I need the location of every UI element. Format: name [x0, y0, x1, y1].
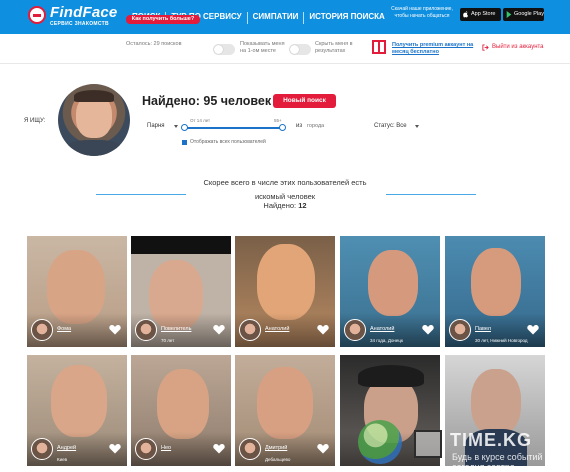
findface-logo[interactable]: FindFace СЕРВИС ЗНАКОМСТВ	[28, 4, 128, 30]
apple-icon	[463, 11, 469, 18]
show-all-label: Отображать всех пользователей	[190, 139, 266, 145]
result-face	[257, 244, 315, 320]
heart-icon[interactable]	[317, 324, 329, 335]
user-info: Дебальцево	[265, 456, 291, 462]
notice-divider-left	[96, 194, 186, 195]
result-card[interactable]: Нео	[131, 355, 231, 466]
avatar-hair	[74, 90, 114, 102]
google-play-button[interactable]: Google Play	[503, 8, 544, 21]
user-avatar[interactable]	[135, 438, 157, 460]
user-avatar[interactable]	[239, 319, 261, 341]
user-name[interactable]: Фома	[57, 326, 71, 332]
app-store-button[interactable]: App Store	[460, 8, 501, 21]
result-card[interactable]: Дмитрий Дебальцево	[235, 355, 335, 466]
logo-mark-icon	[28, 6, 46, 24]
result-face	[471, 369, 521, 435]
heart-icon[interactable]	[213, 324, 225, 335]
age-slider-track	[184, 127, 283, 129]
google-play-label: Google Play	[514, 11, 544, 17]
user-avatar[interactable]	[31, 438, 53, 460]
user-name[interactable]: Павел	[475, 326, 491, 332]
age-min-handle[interactable]	[181, 124, 188, 131]
user-info: 70 лет	[161, 337, 175, 343]
user-avatar[interactable]	[449, 319, 471, 341]
user-avatar[interactable]	[135, 319, 157, 341]
result-card[interactable]: Фома	[27, 236, 127, 347]
watermark-brand: TIME.KG	[450, 430, 532, 450]
from-label: из	[296, 123, 303, 129]
age-to-label: 55+	[274, 118, 282, 123]
i-seek-label: Я ИЩУ:	[24, 118, 46, 124]
gender-select[interactable]: Парня	[144, 120, 180, 133]
heart-icon[interactable]	[109, 324, 121, 335]
get-more-button[interactable]: Как получить больше?	[126, 15, 200, 24]
gift-icon	[372, 40, 386, 54]
watermark-hourglass-icon	[414, 430, 442, 458]
nav-history[interactable]: ИСТОРИЯ ПОИСКА	[303, 12, 389, 24]
watermark-globe	[358, 420, 402, 464]
user-avatar[interactable]	[31, 319, 53, 341]
result-cap	[358, 365, 424, 387]
user-name[interactable]: Повелитель	[161, 326, 191, 332]
heart-icon[interactable]	[317, 443, 329, 454]
top-header: FindFace СЕРВИС ЗНАКОМСТВ ПОИСК ТУР ПО С…	[0, 0, 570, 34]
logo-text: FindFace	[50, 4, 118, 21]
heart-icon[interactable]	[109, 443, 121, 454]
result-face	[471, 248, 521, 316]
app-promo-text: Скачай наше приложение, чтобы начать общ…	[391, 6, 453, 19]
notice-divider-right	[386, 194, 476, 195]
found-count: Найдено: 12	[195, 201, 375, 210]
result-card[interactable]: Анатолий 34 года, Донецк	[340, 236, 440, 347]
found-title: Найдено: 95 человек	[142, 94, 272, 108]
result-face	[157, 369, 209, 439]
heart-icon[interactable]	[422, 324, 434, 335]
result-card[interactable]: Андрей Киев	[27, 355, 127, 466]
status-select[interactable]: Статус: Все	[374, 120, 422, 133]
age-from-label: От 14 лет	[190, 118, 211, 123]
user-name[interactable]: Анатолий	[265, 326, 289, 332]
heart-icon[interactable]	[527, 324, 539, 335]
show-me-label: Показывать меня на 1-ом месте	[240, 41, 285, 54]
app-store-label: App Store	[471, 11, 496, 17]
logout-icon	[482, 44, 489, 51]
user-info: 30 лет, Нижний Новгород	[475, 337, 528, 343]
show-all-checkbox[interactable]	[182, 140, 187, 145]
play-icon	[506, 11, 512, 18]
watermark-tagline: Будь в курсе событий сегодня завтра	[452, 452, 543, 472]
new-search-button[interactable]: Новый поиск	[273, 94, 336, 108]
result-face	[368, 250, 418, 316]
result-card[interactable]: Анатолий	[235, 236, 335, 347]
notice-text: Скорее всего в числе этих пользователей …	[203, 178, 367, 201]
nav-likes[interactable]: СИМПАТИИ	[246, 12, 304, 24]
hide-me-toggle[interactable]	[289, 44, 311, 55]
logout-link[interactable]: Выйти из аккаунта	[492, 44, 544, 50]
user-name[interactable]: Нео	[161, 445, 171, 451]
user-info: Киев	[57, 456, 68, 462]
show-me-toggle[interactable]	[213, 44, 235, 55]
city-input[interactable]	[304, 119, 368, 133]
result-face	[51, 365, 107, 437]
premium-link[interactable]: Получить premium аккаунт на месяц беспла…	[392, 42, 482, 56]
searches-left: Осталось: 29 поисков	[126, 41, 182, 47]
user-name[interactable]: Анатолий	[370, 326, 394, 332]
user-avatar[interactable]	[344, 319, 366, 341]
heart-icon[interactable]	[213, 443, 225, 454]
avatar-shirt	[66, 140, 122, 156]
result-card[interactable]: Повелитель 70 лет	[131, 236, 231, 347]
user-name[interactable]: Дмитрий	[265, 445, 287, 451]
search-photo[interactable]	[58, 84, 130, 156]
age-max-handle[interactable]	[279, 124, 286, 131]
found-count-label: Найдено:	[263, 201, 297, 210]
result-card[interactable]: Павел 30 лет, Нижний Новгород	[445, 236, 545, 347]
result-face	[257, 367, 313, 439]
user-info: 34 года, Донецк	[370, 337, 403, 343]
found-count-value: 12	[298, 201, 307, 210]
logo-subtitle: СЕРВИС ЗНАКОМСТВ	[50, 21, 109, 27]
user-name[interactable]: Андрей	[57, 445, 76, 451]
user-avatar[interactable]	[239, 438, 261, 460]
hide-me-label: Скрыть меня в результатах	[315, 41, 353, 54]
